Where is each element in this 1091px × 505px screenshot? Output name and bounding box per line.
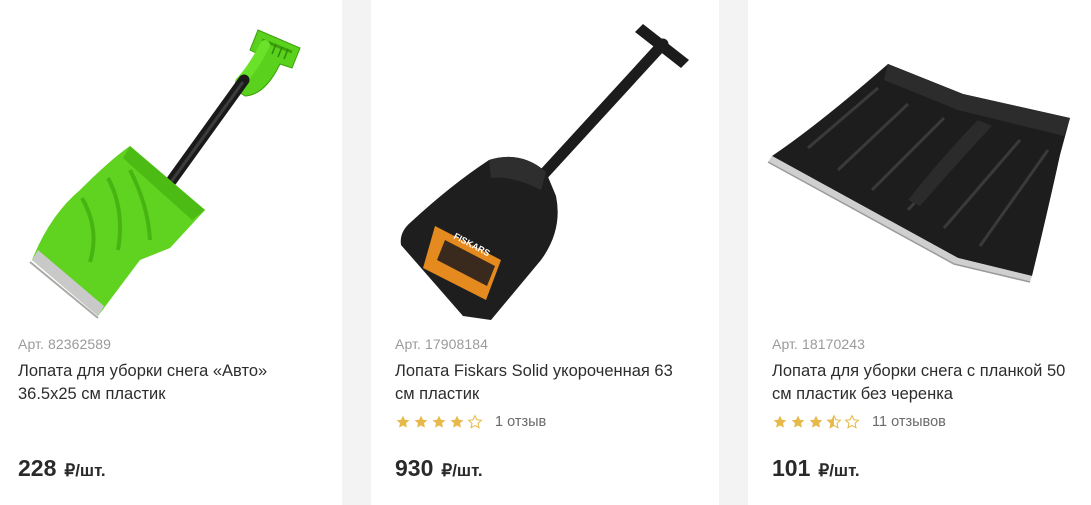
black-shovel-blade-image: [767, 64, 1070, 283]
star-full-icon: [432, 415, 446, 428]
star-empty-icon: [467, 414, 483, 429]
star-full-icon: [809, 415, 823, 428]
price-value: 228: [18, 455, 57, 481]
price-unit: ₽/шт.: [64, 461, 106, 480]
price-unit: ₽/шт.: [818, 461, 860, 480]
product-card[interactable]: Арт. 82362589 Лопата для уборки снега «А…: [0, 0, 342, 505]
green-snow-shovel-image: [29, 29, 301, 319]
product-image[interactable]: [748, 0, 1091, 320]
review-count[interactable]: 1 отзыв: [495, 414, 546, 430]
star-empty-icon: [844, 414, 860, 429]
product-card[interactable]: Арт. 18170243 Лопата для уборки снега с …: [748, 0, 1091, 505]
price-unit: ₽/шт.: [441, 461, 483, 480]
product-title[interactable]: Лопата Fiskars Solid укороченная 63 см п…: [395, 360, 695, 406]
black-fiskars-shovel-image: FISKARS: [400, 24, 689, 320]
product-card[interactable]: FISKARS Арт. 17908184 Лопата Fiskars Sol…: [371, 0, 719, 505]
product-sku: Арт. 82362589: [18, 336, 112, 352]
review-count[interactable]: 11 отзывов: [872, 414, 946, 430]
star-full-icon: [414, 415, 428, 428]
star-full-icon: [450, 415, 464, 428]
star-full-icon: [791, 415, 805, 428]
product-image[interactable]: [0, 0, 342, 320]
product-title[interactable]: Лопата для уборки снега «Авто» 36.5x25 с…: [18, 360, 318, 406]
product-price: 930 ₽/шт.: [395, 455, 483, 482]
star-half-icon: [826, 414, 842, 429]
price-value: 101: [772, 455, 811, 481]
product-image[interactable]: FISKARS: [371, 0, 719, 320]
product-sku: Арт. 17908184: [395, 336, 489, 352]
product-price: 228 ₽/шт.: [18, 455, 106, 482]
product-title[interactable]: Лопата для уборки снега с планкой 50 см …: [772, 360, 1072, 406]
product-price: 101 ₽/шт.: [772, 455, 860, 482]
price-value: 930: [395, 455, 434, 481]
star-full-icon: [773, 415, 787, 428]
product-rating[interactable]: 11 отзывов: [772, 414, 946, 430]
star-full-icon: [396, 415, 410, 428]
product-rating[interactable]: 1 отзыв: [395, 414, 546, 430]
product-sku: Арт. 18170243: [772, 336, 866, 352]
product-grid: Арт. 82362589 Лопата для уборки снега «А…: [0, 0, 1091, 505]
